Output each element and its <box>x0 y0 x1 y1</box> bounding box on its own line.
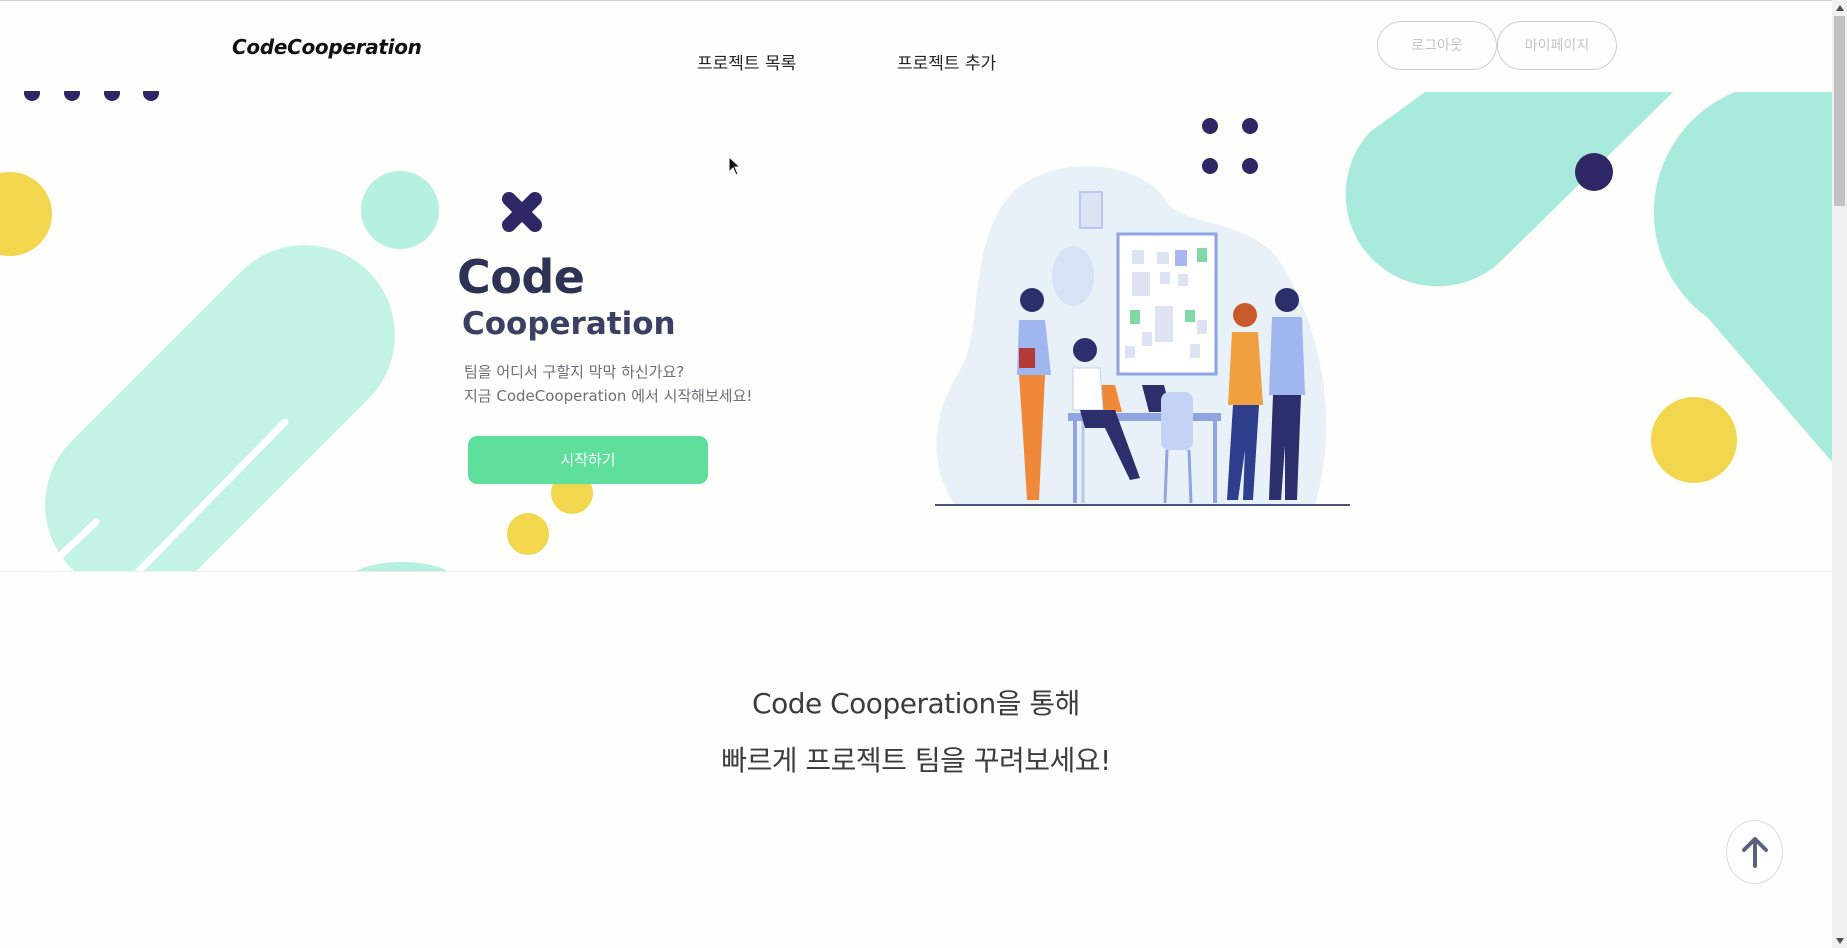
hero-title-code: Code <box>457 250 585 304</box>
start-button[interactable]: 시작하기 <box>468 436 708 484</box>
navy-dot <box>1202 118 1218 134</box>
header: CodeCooperation 프로젝트 목록 프로젝트 추가 로그아웃 마이페… <box>0 1 1832 91</box>
mouse-cursor-icon <box>728 156 742 176</box>
intro-line1: Code Cooperation을 통해 <box>752 687 1080 720</box>
landing-page: Code Cooperation 팀을 어디서 구할지 막막 하신가요? 지금 … <box>0 0 1847 948</box>
arrow-up-icon <box>1741 837 1768 868</box>
hero-title-cooperation: Cooperation <box>462 306 676 342</box>
vertical-scrollbar[interactable] <box>1832 0 1847 948</box>
scroll-top-button[interactable] <box>1726 820 1783 884</box>
left-yellow-circle <box>0 172 52 256</box>
scrollbar-thumb[interactable] <box>1834 16 1845 206</box>
triangle-up-icon <box>1835 4 1844 11</box>
mypage-button[interactable]: 마이페이지 <box>1497 21 1617 70</box>
team-illustration <box>935 166 1350 506</box>
intro-line2: 빠르게 프로젝트 팀을 꾸려보세요! <box>721 744 1111 777</box>
nav-project-add[interactable]: 프로젝트 추가 <box>897 49 996 74</box>
yellow-circle-small <box>507 513 549 555</box>
nav-project-list[interactable]: 프로젝트 목록 <box>697 49 796 74</box>
navy-dot <box>1242 118 1258 134</box>
logo[interactable]: CodeCooperation <box>232 35 422 59</box>
mint-circle <box>361 171 439 249</box>
hero-divider <box>0 571 1832 572</box>
hero-description-line1: 팀을 어디서 구할지 막막 하신가요? <box>464 363 685 381</box>
logout-button[interactable]: 로그아웃 <box>1377 21 1497 70</box>
scroll-up-arrow[interactable] <box>1832 0 1847 15</box>
triangle-down-icon <box>1835 937 1844 944</box>
hero-description-line2: 지금 CodeCooperation 에서 시작해보세요! <box>464 387 753 405</box>
scroll-down-arrow[interactable] <box>1832 933 1847 948</box>
navy-circle <box>1575 153 1613 191</box>
right-yellow-circle <box>1651 397 1737 483</box>
x-mark-icon <box>502 192 542 232</box>
left-mint-pill <box>45 245 395 572</box>
right-mint-shape <box>1345 92 1673 287</box>
